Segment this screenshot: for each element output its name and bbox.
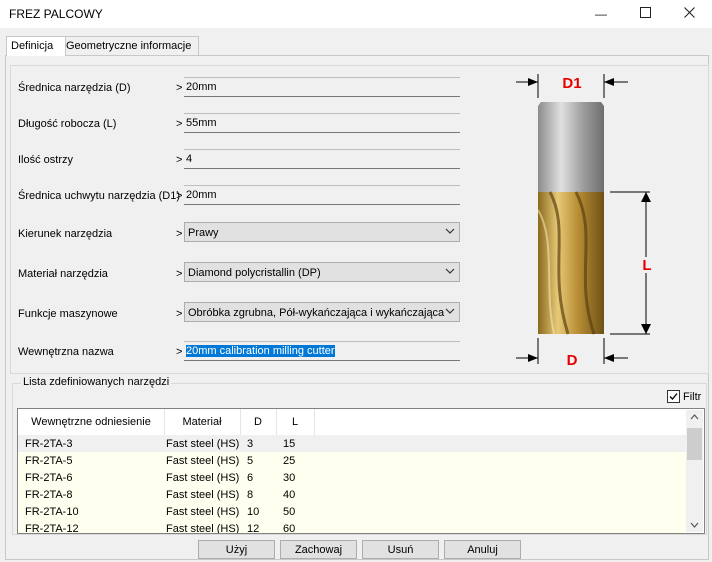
field-arrow: > [176, 190, 183, 202]
table-row[interactable]: FR-2TA-3 Fast steel (HS) 3 15 [18, 435, 686, 452]
field-label-flutes: Ilość ostrzy [18, 154, 74, 166]
window-title: FREZ PALCOWY [9, 7, 103, 21]
flutes-field[interactable]: 4 [184, 149, 460, 169]
close-button[interactable]: ✕ [666, 0, 712, 28]
tool-table[interactable]: Wewnętrzne odniesienie Materiał D L FR-2… [17, 408, 705, 534]
chevron-down-icon [445, 308, 455, 314]
field-label-shank-diameter: Średnica uchwytu narzędzia (D1) [18, 190, 181, 202]
filter-toggle[interactable]: Filtr [667, 390, 701, 403]
filter-label: Filtr [683, 390, 702, 403]
column-header-l[interactable]: L [276, 409, 315, 435]
tab-definicja[interactable]: Definicja [6, 36, 66, 56]
cancel-button[interactable]: Anuluj [444, 540, 521, 559]
field-arrow: > [176, 346, 183, 358]
diameter-field[interactable]: 20mm [184, 77, 460, 97]
internal-name-field[interactable]: 20mm calibration milling cutter [184, 341, 460, 361]
tab-geometryczne-informacje[interactable]: Geometryczne informacje [61, 36, 199, 55]
chevron-down-icon [445, 228, 455, 234]
material-select[interactable]: Diamond polycristallin (DP) [184, 262, 460, 282]
table-row[interactable]: FR-2TA-5 Fast steel (HS) 5 25 [18, 452, 686, 469]
tool-shank [538, 102, 604, 192]
table-row[interactable]: FR-2TA-8 Fast steel (HS) 8 40 [18, 486, 686, 503]
scroll-down-icon[interactable] [686, 518, 703, 532]
field-arrow: > [176, 308, 183, 320]
machining-select[interactable]: Obróbka zgrubna, Pół-wykańczająca i wyka… [184, 302, 460, 322]
end-mill-diagram: D1 L D [516, 74, 655, 369]
maximize-icon: ☐ [639, 7, 651, 21]
vertical-scrollbar[interactable] [686, 410, 703, 532]
title-bar: FREZ PALCOWY — ☐ ✕ [0, 0, 712, 28]
field-label-diameter: Średnica narzędzia (D) [18, 82, 131, 94]
direction-select[interactable]: Prawy [184, 222, 460, 242]
column-header-reference[interactable]: Wewnętrzne odniesienie [18, 409, 165, 435]
column-header-d[interactable]: D [240, 409, 277, 435]
dimension-label-l: L [642, 257, 651, 274]
shank-diameter-field[interactable]: 20mm [184, 185, 460, 205]
table-row[interactable]: FR-2TA-10 Fast steel (HS) 10 50 [18, 503, 686, 520]
working-length-field[interactable]: 55mm [184, 113, 460, 133]
dimension-label-d1: D1 [562, 75, 581, 92]
tool-list-title: Lista zdefiniowanych narzędzi [21, 376, 172, 388]
filter-checkbox[interactable] [667, 390, 680, 403]
scrollbar-thumb[interactable] [687, 428, 702, 460]
combo-label-material: Materiał narzędzia [18, 268, 108, 280]
field-label-working-length: Długość robocza (L) [18, 118, 117, 130]
field-arrow: > [176, 82, 183, 94]
dimension-label-d: D [567, 352, 578, 369]
save-button[interactable]: Zachowaj [280, 540, 357, 559]
scroll-up-icon[interactable] [686, 410, 703, 424]
field-arrow: > [176, 118, 183, 130]
field-arrow: > [176, 154, 183, 166]
field-arrow: > [176, 268, 183, 280]
minimize-button[interactable]: — [578, 0, 624, 28]
chevron-down-icon [445, 268, 455, 274]
close-icon: ✕ [683, 7, 695, 21]
check-icon [669, 393, 678, 400]
maximize-button[interactable]: ☐ [622, 0, 668, 28]
combo-label-direction: Kierunek narzędzia [18, 228, 113, 240]
table-row[interactable]: FR-2TA-6 Fast steel (HS) 6 30 [18, 469, 686, 486]
table-row[interactable]: FR-2TA-12 Fast steel (HS) 12 60 [18, 520, 686, 533]
combo-label-machining: Funkcje maszynowe [18, 308, 118, 320]
minimize-icon: — [595, 7, 607, 21]
column-header-material[interactable]: Materiał [164, 409, 241, 435]
delete-button[interactable]: Usuń [362, 540, 439, 559]
field-arrow: > [176, 228, 183, 240]
use-button[interactable]: Użyj [198, 540, 275, 559]
field-label-internal-name: Wewnętrzna nazwa [18, 346, 114, 358]
